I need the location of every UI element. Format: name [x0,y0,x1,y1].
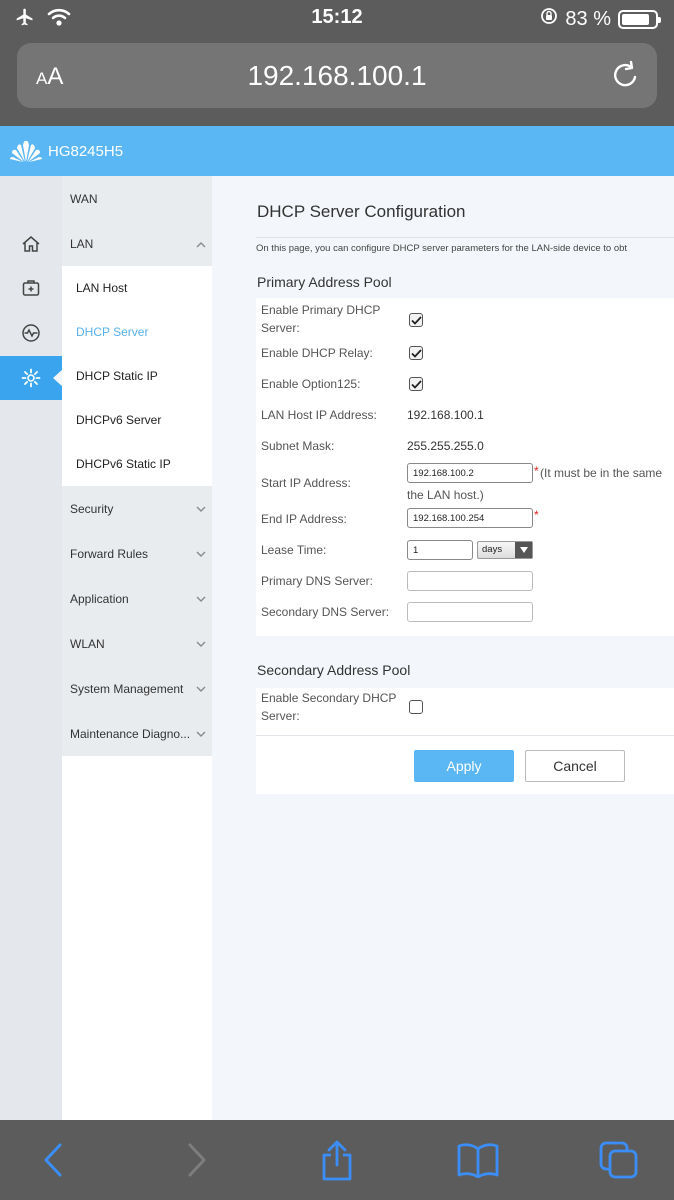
primary-pool-panel: Enable Primary DHCP Server: Enable DHCP … [256,298,674,636]
secondary-dns-input[interactable] [407,602,533,622]
dropdown-arrow-icon [515,542,532,558]
browser-chrome-top: 15:12 83 % AA 192.168.100.1 [0,0,674,126]
nav-group-maintenance-diagnosis[interactable]: Maintenance Diagno... [62,711,212,756]
page-description: On this page, you can configure DHCP ser… [256,237,674,254]
icon-rail [0,176,63,1120]
secondary-pool-title: Secondary Address Pool [257,662,411,678]
enable-option125-label: Enable Option125: [261,377,361,391]
secondary-pool-panel: Enable Secondary DHCP Server: [256,688,674,735]
share-icon[interactable] [312,1138,362,1182]
cancel-button[interactable]: Cancel [525,750,625,782]
nav-group-wlan[interactable]: WLAN [62,621,212,666]
apply-button[interactable]: Apply [414,750,514,782]
main-content: DHCP Server Configuration On this page, … [212,176,674,1120]
nav-item-dhcpv6-static-ip[interactable]: DHCPv6 Static IP [62,442,212,486]
toolbox-icon[interactable] [0,266,62,310]
huawei-logo-icon [9,139,43,168]
url-bar[interactable]: AA 192.168.100.1 [17,43,657,108]
nav-group-forward-rules[interactable]: Forward Rules [62,531,212,576]
chevron-down-icon [196,682,206,696]
start-ip-note-continued: the LAN host.) [407,488,484,502]
end-ip-required-mark: * [534,508,539,522]
lease-time-label: Lease Time: [261,543,327,557]
page-title: DHCP Server Configuration [257,202,466,221]
secondary-dns-label: Secondary DNS Server: [261,605,390,619]
lease-unit-value: days [482,544,503,555]
subnet-mask-value: 255.255.255.0 [407,439,484,453]
end-ip-label: End IP Address: [261,512,347,526]
lan-host-ip-label: LAN Host IP Address: [261,408,377,422]
forward-icon[interactable] [172,1138,222,1182]
enable-dhcp-relay-label: Enable DHCP Relay: [261,346,373,360]
status-bar: 15:12 83 % [0,0,674,36]
battery-icon [618,9,661,29]
settings-gear-icon[interactable] [0,356,63,400]
enable-dhcp-relay-checkbox[interactable] [409,346,423,360]
primary-pool-title: Primary Address Pool [257,274,392,290]
bookmarks-icon[interactable] [453,1138,503,1182]
router-model: HG8245H5 [48,143,124,160]
primary-dns-input[interactable] [407,571,533,591]
subnet-mask-label: Subnet Mask: [261,439,335,453]
start-ip-input[interactable] [407,463,533,483]
chevron-down-icon [196,727,206,741]
enable-primary-dhcp-checkbox[interactable] [409,313,423,327]
battery-percent: 83 % [565,7,611,30]
nav-group-security[interactable]: Security [62,486,212,531]
nav-group-system-management[interactable]: System Management [62,666,212,711]
tabs-icon[interactable] [594,1138,644,1182]
chevron-down-icon [196,637,206,651]
nav-item-dhcp-server[interactable]: DHCP Server [62,310,212,354]
home-icon[interactable] [0,222,62,266]
url-text[interactable]: 192.168.100.1 [17,60,657,92]
nav-item-lan-host[interactable]: LAN Host [62,266,212,310]
enable-primary-dhcp-label: Enable Primary DHCP Server: [261,303,381,335]
chevron-down-icon [196,592,206,606]
nav-item-dhcp-static-ip[interactable]: DHCP Static IP [62,354,212,398]
lease-unit-select[interactable]: days [477,541,533,559]
nav-group-lan[interactable]: LAN [62,221,212,266]
lan-nav-menu: WAN LAN LAN Host DHCP Server DHCP Static… [62,176,212,1120]
enable-option125-checkbox[interactable] [409,377,423,391]
action-panel: Apply Cancel [256,735,674,794]
battery-fill [622,13,649,25]
chevron-down-icon [196,502,206,516]
lan-host-ip-value: 192.168.100.1 [407,408,484,422]
start-ip-label: Start IP Address: [261,476,351,490]
orientation-lock-icon [540,7,558,31]
browser-toolbar [0,1120,674,1200]
enable-secondary-dhcp-label: Enable Secondary DHCP Server: [261,691,397,723]
primary-dns-label: Primary DNS Server: [261,574,374,588]
router-header: HG8245H5 [0,126,674,176]
nav-item-dhcpv6-server[interactable]: DHCPv6 Server [62,398,212,442]
lease-time-input[interactable] [407,540,473,560]
chevron-down-icon [196,547,206,561]
reload-icon[interactable] [611,59,641,96]
back-icon[interactable] [28,1138,78,1182]
start-ip-note: (It must be in the same [540,466,663,480]
enable-secondary-dhcp-checkbox[interactable] [409,700,423,714]
start-ip-required-mark: * [534,464,539,478]
status-right: 83 % [540,7,661,31]
status-monitor-icon[interactable] [0,311,62,355]
nav-group-application[interactable]: Application [62,576,212,621]
end-ip-input[interactable] [407,508,533,528]
chevron-up-icon [196,237,206,251]
nav-group-wan[interactable]: WAN [62,176,212,221]
